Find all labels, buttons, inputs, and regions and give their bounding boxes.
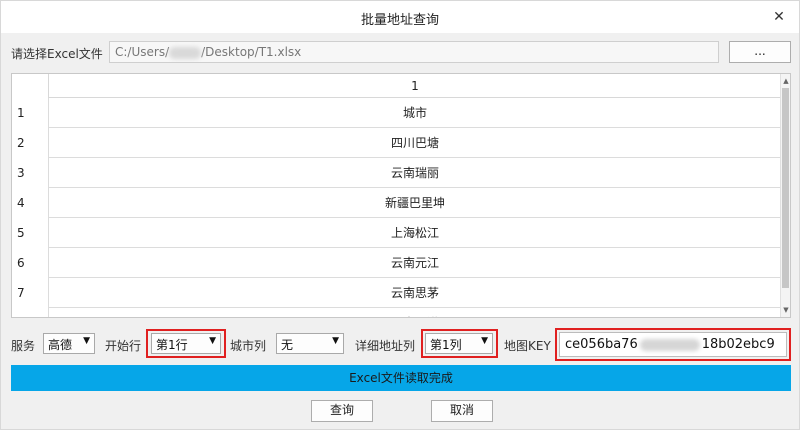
file-path-suffix: /Desktop/T1.xlsx <box>201 45 302 59</box>
start-row-value: 第1行 <box>156 338 188 352</box>
row-number: 6 <box>17 256 25 270</box>
chevron-down-icon: ▼ <box>481 336 488 346</box>
table-cell[interactable]: 云南景洪 <box>48 308 781 317</box>
address-col-label: 详细地址列 <box>355 339 416 353</box>
browse-button[interactable]: ... <box>729 41 791 63</box>
table-cell[interactable]: 云南思茅 <box>48 278 781 308</box>
data-table[interactable]: 1 1 城市 2 四川巴塘 3 云南瑞丽 4 新疆巴里坤 5 上海松江 6 云南… <box>11 73 791 318</box>
row-number: 2 <box>17 136 25 150</box>
service-label: 服务 <box>11 339 36 353</box>
address-col-select[interactable]: 第1列 ▼ <box>425 333 493 354</box>
city-col-label: 城市列 <box>230 339 267 353</box>
redacted-key <box>639 338 700 351</box>
scroll-down-icon[interactable]: ▼ <box>782 305 790 315</box>
row-number: 4 <box>17 196 25 210</box>
map-key-suffix: 18b02ebc9 <box>701 337 775 352</box>
column-header[interactable]: 1 <box>48 74 781 98</box>
vertical-scrollbar[interactable]: ▲ ▼ <box>780 74 790 317</box>
window-title: 批量地址查询 <box>360 13 439 28</box>
map-key-prefix: ce056ba76 <box>565 337 638 352</box>
service-select[interactable]: 高德 ▼ <box>43 333 95 354</box>
table-cell[interactable]: 城市 <box>48 98 781 128</box>
table-cell[interactable]: 云南元江 <box>48 248 781 278</box>
row-number: 7 <box>17 286 25 300</box>
cancel-button[interactable]: 取消 <box>431 400 493 422</box>
city-col-value: 无 <box>281 338 294 352</box>
chevron-down-icon: ▼ <box>209 336 216 346</box>
table-cell[interactable]: 新疆巴里坤 <box>48 188 781 218</box>
service-value: 高德 <box>48 338 73 352</box>
title-bar: 批量地址查询 ✕ <box>1 1 799 33</box>
row-number: 5 <box>17 226 25 240</box>
close-icon[interactable]: ✕ <box>769 7 789 27</box>
table-cell[interactable]: 四川巴塘 <box>48 128 781 158</box>
redacted-username <box>169 46 202 59</box>
file-path-prefix: C:/Users/ <box>115 45 170 59</box>
file-select-label: 请选择Excel文件 <box>11 47 103 61</box>
row-number: 8 <box>12 308 48 317</box>
scroll-up-icon[interactable]: ▲ <box>782 76 790 86</box>
file-path-field[interactable]: C:/Users/ /Desktop/T1.xlsx <box>109 41 719 63</box>
chevron-down-icon: ▼ <box>332 336 339 346</box>
table-cell[interactable]: 云南瑞丽 <box>48 158 781 188</box>
start-row-label: 开始行 <box>105 339 142 353</box>
city-col-select[interactable]: 无 ▼ <box>276 333 344 354</box>
table-cell[interactable]: 上海松江 <box>48 218 781 248</box>
scroll-thumb[interactable] <box>782 88 789 288</box>
map-key-label: 地图KEY <box>504 339 551 353</box>
row-number: 3 <box>17 166 25 180</box>
batch-address-query-window: 批量地址查询 ✕ 请选择Excel文件 C:/Users/ /Desktop/T1… <box>0 0 800 430</box>
chevron-down-icon: ▼ <box>83 336 90 346</box>
map-key-field[interactable]: ce056ba76 18b02ebc9 <box>559 332 787 357</box>
address-col-value: 第1列 <box>430 338 462 352</box>
start-row-select[interactable]: 第1行 ▼ <box>151 333 221 354</box>
row-number: 1 <box>17 106 25 120</box>
status-bar: Excel文件读取完成 <box>11 365 791 391</box>
query-button[interactable]: 查询 <box>311 400 373 422</box>
